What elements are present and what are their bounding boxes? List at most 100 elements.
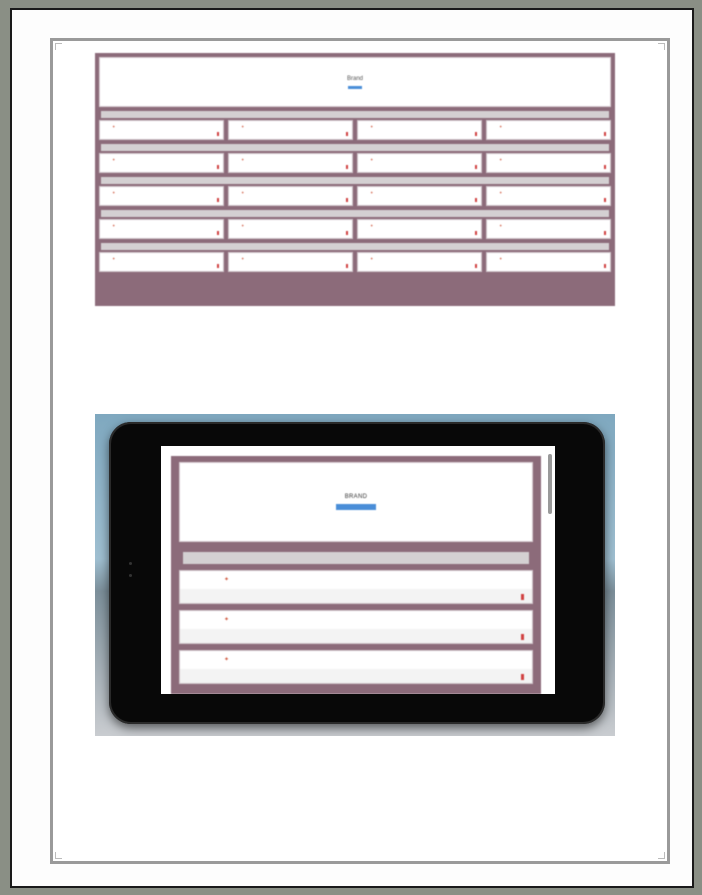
desktop-document-card[interactable]: ✦ — [228, 219, 353, 239]
pdf-icon[interactable] — [521, 594, 524, 600]
desktop-document-card[interactable]: ✦ — [99, 252, 224, 272]
pdf-icon[interactable] — [217, 231, 219, 235]
desktop-document-card[interactable]: ✦ — [228, 120, 353, 140]
pdf-icon[interactable] — [217, 198, 219, 202]
tablet-header: BRAND — [179, 462, 533, 542]
desktop-document-card[interactable]: ✦ — [486, 252, 611, 272]
tablet-screen: BRAND ✦ ✦ ✦ — [161, 446, 555, 694]
document-icon: ✦ — [370, 157, 374, 162]
desktop-card-row: ✦ ✦ ✦ ✦ — [99, 252, 611, 272]
tablet-header-button[interactable] — [336, 504, 376, 510]
pdf-icon[interactable] — [475, 231, 477, 235]
desktop-section-header — [101, 210, 609, 217]
document-icon: ✦ — [499, 157, 503, 162]
desktop-section-header — [101, 243, 609, 250]
desktop-document-card[interactable]: ✦ — [99, 153, 224, 173]
desktop-document-card[interactable]: ✦ — [99, 186, 224, 206]
pdf-icon[interactable] — [604, 231, 606, 235]
pdf-icon[interactable] — [217, 264, 219, 268]
desktop-document-card[interactable]: ✦ — [357, 186, 482, 206]
print-preview-page: Brand ✦ ✦ ✦ ✦ ✦ ✦ ✦ ✦ ✦ ✦ ✦ ✦ ✦ ✦ ✦ ✦ ✦ ✦ ✦ ✦ BRAND — [50, 38, 670, 864]
desktop-document-card[interactable]: ✦ — [228, 153, 353, 173]
page-corner-bottom-left — [55, 852, 62, 859]
desktop-section-header — [101, 144, 609, 151]
pdf-icon[interactable] — [346, 231, 348, 235]
pdf-icon[interactable] — [521, 634, 524, 640]
desktop-document-card[interactable]: ✦ — [486, 219, 611, 239]
pdf-icon[interactable] — [604, 264, 606, 268]
desktop-document-card[interactable]: ✦ — [357, 120, 482, 140]
card-footer — [180, 589, 532, 603]
document-icon: ✦ — [241, 223, 245, 228]
pdf-icon[interactable] — [475, 132, 477, 136]
pdf-icon[interactable] — [475, 165, 477, 169]
document-icon: ✦ — [241, 190, 245, 195]
pdf-icon[interactable] — [217, 132, 219, 136]
desktop-header: Brand — [99, 57, 611, 107]
desktop-document-card[interactable]: ✦ — [486, 120, 611, 140]
page-corner-bottom-right — [658, 852, 665, 859]
desktop-document-card[interactable]: ✦ — [357, 219, 482, 239]
document-icon: ✦ — [370, 256, 374, 261]
document-icon: ✦ — [112, 256, 116, 261]
tablet-sensor-icon — [129, 574, 132, 577]
pdf-icon[interactable] — [604, 198, 606, 202]
tablet-camera-icon — [129, 562, 132, 565]
pdf-icon[interactable] — [475, 198, 477, 202]
pdf-icon[interactable] — [521, 674, 524, 680]
preview-frame: Brand ✦ ✦ ✦ ✦ ✦ ✦ ✦ ✦ ✦ ✦ ✦ ✦ ✦ ✦ ✦ ✦ ✦ ✦ ✦ ✦ BRAND — [10, 8, 694, 888]
tablet-scrollbar[interactable] — [548, 454, 552, 514]
document-icon: ✦ — [112, 124, 116, 129]
document-icon: ✦ — [241, 124, 245, 129]
document-icon: ✦ — [241, 256, 245, 261]
desktop-document-card[interactable]: ✦ — [99, 120, 224, 140]
desktop-document-card[interactable]: ✦ — [228, 186, 353, 206]
document-icon: ✦ — [224, 577, 230, 583]
desktop-document-card[interactable]: ✦ — [357, 153, 482, 173]
desktop-document-card[interactable]: ✦ — [228, 252, 353, 272]
desktop-card-row: ✦ ✦ ✦ ✦ — [99, 120, 611, 140]
document-icon: ✦ — [112, 223, 116, 228]
tablet-document-card[interactable]: ✦ — [179, 610, 533, 644]
desktop-card-row: ✦ ✦ ✦ ✦ — [99, 153, 611, 173]
desktop-header-button[interactable] — [348, 85, 362, 89]
tablet-document-card[interactable]: ✦ — [179, 570, 533, 604]
tablet-section-header — [183, 552, 529, 564]
pdf-icon[interactable] — [604, 165, 606, 169]
page-corner-top-right — [658, 43, 665, 50]
desktop-card-row: ✦ ✦ ✦ ✦ — [99, 219, 611, 239]
pdf-icon[interactable] — [217, 165, 219, 169]
pdf-icon[interactable] — [475, 264, 477, 268]
pdf-icon[interactable] — [346, 264, 348, 268]
desktop-document-card[interactable]: ✦ — [486, 186, 611, 206]
tablet-document-card[interactable]: ✦ — [179, 650, 533, 684]
desktop-document-card[interactable]: ✦ — [99, 219, 224, 239]
document-icon: ✦ — [112, 190, 116, 195]
desktop-section-header — [101, 111, 609, 118]
pdf-icon[interactable] — [346, 165, 348, 169]
desktop-layout-screenshot: Brand ✦ ✦ ✦ ✦ ✦ ✦ ✦ ✦ ✦ ✦ ✦ ✦ ✦ ✦ ✦ ✦ ✦ ✦ ✦ ✦ — [95, 53, 615, 306]
desktop-logo: Brand — [346, 75, 363, 82]
document-icon: ✦ — [224, 617, 230, 623]
pdf-icon[interactable] — [346, 198, 348, 202]
pdf-icon[interactable] — [346, 132, 348, 136]
document-icon: ✦ — [370, 190, 374, 195]
desktop-card-row: ✦ ✦ ✦ ✦ — [99, 186, 611, 206]
desktop-document-card[interactable]: ✦ — [486, 153, 611, 173]
tablet-device: BRAND ✦ ✦ ✦ — [109, 422, 605, 724]
page-corner-top-left — [55, 43, 62, 50]
card-footer — [180, 669, 532, 683]
tablet-photo: BRAND ✦ ✦ ✦ — [95, 414, 615, 736]
document-icon: ✦ — [499, 223, 503, 228]
pdf-icon[interactable] — [604, 132, 606, 136]
document-icon: ✦ — [112, 157, 116, 162]
document-icon: ✦ — [499, 190, 503, 195]
tablet-page: BRAND ✦ ✦ ✦ — [171, 456, 541, 694]
document-icon: ✦ — [224, 657, 230, 663]
tablet-logo: BRAND — [344, 494, 368, 500]
tablet-cards: ✦ ✦ ✦ — [179, 570, 533, 684]
desktop-section-header — [101, 177, 609, 184]
document-icon: ✦ — [499, 124, 503, 129]
desktop-document-card[interactable]: ✦ — [357, 252, 482, 272]
document-icon: ✦ — [241, 157, 245, 162]
